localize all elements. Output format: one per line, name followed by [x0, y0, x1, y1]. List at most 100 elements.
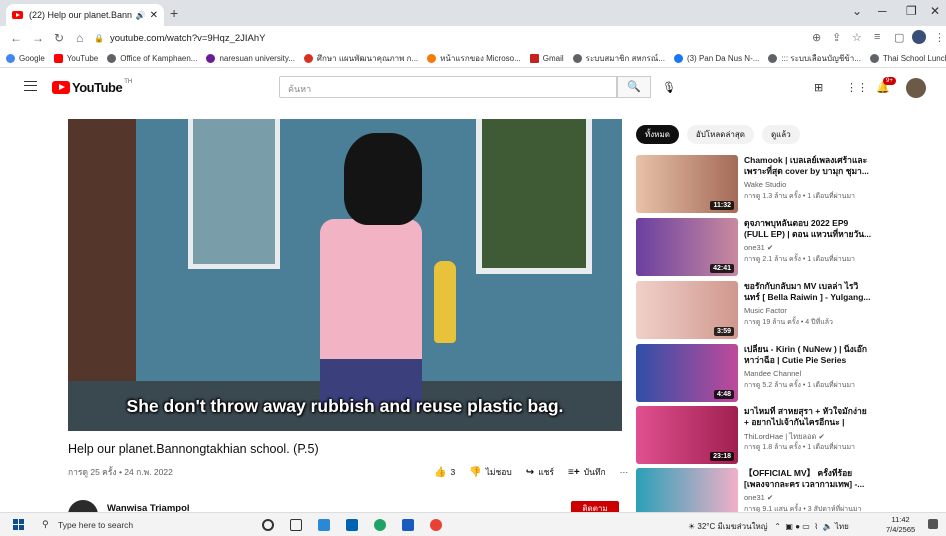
weather-icon[interactable]: ☀: [688, 522, 695, 531]
bookmark-favicon-icon: [303, 54, 313, 63]
wifi-icon[interactable]: ⌇: [812, 522, 818, 531]
input-language[interactable]: ไทย: [835, 522, 849, 531]
recommended-title[interactable]: ดุจภาพบุหลันตอบ 2022 EP9 (FULL EP) | ตอน…: [744, 218, 872, 240]
thumbs-down-icon: 👎: [469, 466, 482, 478]
bookmark-star-icon[interactable]: ☆: [852, 31, 862, 44]
dislike-button[interactable]: 👎 ไม่ชอบ: [469, 465, 512, 479]
bookmark-item[interactable]: Google: [6, 54, 45, 63]
close-tab-icon[interactable]: ✕: [150, 10, 158, 21]
recommended-video[interactable]: 23:18 มาไหมที่ สาหยสุรา + หัวใจมักง่าย +…: [636, 406, 876, 466]
bookmark-item[interactable]: (3) Pan Da Nus N-...: [673, 54, 759, 63]
reading-list-icon[interactable]: ≡: [874, 31, 880, 43]
profile-icon[interactable]: [912, 30, 926, 44]
account-avatar[interactable]: [906, 78, 926, 98]
bookmark-item[interactable]: ระบบสมาชิก สหกรณ์...: [572, 52, 665, 65]
recommended-title[interactable]: เปลี่ยน - Kirin ( NuNew ) | นิ่งเอ๊กหาว่…: [744, 344, 872, 366]
tray-apps-icon[interactable]: ▣ ● ▭: [783, 522, 809, 531]
browser-menu-icon[interactable]: ⋮: [934, 31, 945, 44]
search-input[interactable]: ค้นหา: [279, 76, 617, 98]
edge-icon[interactable]: [374, 519, 386, 531]
recommended-video[interactable]: 3:59 ขอรักกับกลับมา MV เบลล่า ไรวินทร์ […: [636, 281, 876, 341]
bookmark-item[interactable]: Gmail: [529, 54, 564, 63]
forward-icon[interactable]: →: [32, 31, 44, 45]
weather-text[interactable]: 32°C มีเมฆส่วนใหญ่: [697, 522, 767, 531]
word-icon[interactable]: [402, 519, 414, 531]
microphone-icon[interactable]: 🎙: [662, 81, 676, 94]
notification-center-icon[interactable]: [928, 519, 938, 529]
video-thumbnail[interactable]: 11:32: [636, 155, 738, 213]
bookmark-item[interactable]: หน้าแรกของ Microso...: [427, 52, 521, 65]
more-actions-icon[interactable]: ···: [620, 467, 629, 477]
taskbar-clock[interactable]: 11:42 7/4/2565: [886, 515, 915, 535]
bookmark-item[interactable]: ศึกษา แผนพัฒนาคุณภาพ ก...: [303, 52, 418, 65]
video-thumbnail[interactable]: 3:59: [636, 281, 738, 339]
recommended-video[interactable]: 4:48 เปลี่ยน - Kirin ( NuNew ) | นิ่งเอ๊…: [636, 344, 876, 404]
bookmark-item[interactable]: YouTube: [53, 54, 98, 63]
recommended-video[interactable]: 11:32 Chamook | เบลเลย์เพลงเศร้าและเพราะ…: [636, 155, 876, 215]
recommended-channel[interactable]: one31 ✔: [744, 243, 773, 252]
search-button[interactable]: 🔍: [617, 76, 651, 98]
bookmark-item[interactable]: Office of Kamphaen...: [107, 54, 197, 63]
bookmark-item[interactable]: ::: ระบบเลือนบัญชีข้า...: [768, 52, 861, 65]
chrome-icon[interactable]: [430, 519, 442, 531]
menu-icon[interactable]: [24, 81, 37, 91]
video-title: Help our planet.Bannongtakhian school. (…: [68, 442, 319, 456]
bookmark-favicon-icon: [869, 54, 879, 63]
install-icon[interactable]: ⊕: [812, 31, 821, 44]
tab-search-icon[interactable]: ⌄: [852, 4, 862, 18]
cortana-icon[interactable]: [262, 519, 274, 531]
task-view-icon[interactable]: [290, 519, 302, 531]
tray-chevron-icon[interactable]: ⌃: [770, 522, 781, 531]
recommended-video[interactable]: 42:41 ดุจภาพบุหลันตอบ 2022 EP9 (FULL EP)…: [636, 218, 876, 278]
maximize-button[interactable]: ❐: [906, 4, 917, 18]
bookmark-favicon-icon: [53, 54, 63, 63]
sidepanel-icon[interactable]: ▢: [894, 31, 904, 44]
video-player[interactable]: She don't throw away rubbish and reuse p…: [68, 119, 622, 431]
save-button[interactable]: ≡+ บันทึก: [568, 465, 606, 479]
apps-grid-icon[interactable]: ⋮⋮: [846, 81, 868, 94]
recommended-title[interactable]: ขอรักกับกลับมา MV เบลล่า ไรวินทร์ [ Bell…: [744, 281, 872, 303]
browser-tab[interactable]: (22) Help our planet.Bannon 🔊 ✕: [6, 4, 164, 26]
youtube-favicon-icon: [12, 11, 23, 19]
recommended-channel[interactable]: Mandee Channel: [744, 369, 801, 378]
file-explorer-icon[interactable]: [318, 519, 330, 531]
mail-icon[interactable]: [346, 519, 358, 531]
close-window-button[interactable]: ✕: [930, 4, 940, 18]
taskbar-search-input[interactable]: ⚲ Type here to search: [36, 516, 236, 534]
recommended-title[interactable]: Chamook | เบลเลย์เพลงเศร้าและเพราะที่สุด…: [744, 155, 872, 177]
share-page-icon[interactable]: ⇪: [832, 31, 841, 44]
minimize-button[interactable]: ─: [878, 4, 887, 18]
chip-watched[interactable]: ดูแล้ว: [761, 125, 800, 144]
system-tray: ☀ 32°C มีเมฆส่วนใหญ่ ⌃ ▣ ● ▭ ⌇ 🔈 ไทย: [688, 520, 849, 533]
home-icon[interactable]: ⌂: [76, 31, 83, 45]
reload-icon[interactable]: ↻: [54, 31, 64, 45]
recommended-title[interactable]: 【OFFICIAL MV】 ครั้งที่ร้อย [เพลงจากละคร …: [744, 468, 872, 490]
windows-start-icon[interactable]: [13, 519, 25, 531]
video-thumbnail[interactable]: 4:48: [636, 344, 738, 402]
video-thumbnail[interactable]: 42:41: [636, 218, 738, 276]
recommended-title[interactable]: มาไหมที่ สาหยสุรา + หัวใจมักง่าย + อยากไ…: [744, 406, 872, 428]
bookmark-favicon-icon: [529, 54, 539, 63]
back-icon[interactable]: ←: [10, 31, 22, 45]
share-button[interactable]: ↪ แชร์: [526, 465, 554, 479]
recommended-channel[interactable]: Music Factor: [744, 306, 787, 315]
chip-recent[interactable]: อัปโหลดล่าสุด: [686, 125, 754, 144]
lock-icon: 🔒: [94, 33, 104, 43]
bookmark-item[interactable]: Thai School Lunch l...: [869, 54, 946, 63]
new-tab-button[interactable]: +: [170, 5, 178, 21]
youtube-logo[interactable]: YouTube TH: [52, 79, 132, 95]
volume-icon[interactable]: 🔈: [820, 522, 833, 531]
recommended-views: การดู 1.8 ล้าน ครั้ง • 1 เดือนที่ผ่านมา: [744, 444, 855, 451]
bookmark-item[interactable]: naresuan university...: [206, 54, 295, 63]
video-frame-bottle: [434, 261, 456, 343]
create-video-icon[interactable]: ⊞: [814, 81, 823, 94]
address-bar[interactable]: 🔒 youtube.com/watch?v=9Hqz_2JIAhY: [94, 29, 804, 47]
video-thumbnail[interactable]: 23:18: [636, 406, 738, 464]
recommended-channel[interactable]: Wake Studio: [744, 180, 786, 189]
recommended-channel[interactable]: one31 ✔: [744, 493, 773, 502]
bookmark-favicon-icon: [768, 54, 778, 63]
chip-all[interactable]: ทั้งหมด: [636, 125, 679, 144]
speaker-icon[interactable]: 🔊: [136, 11, 146, 20]
duration-badge: 42:41: [710, 264, 734, 273]
like-button[interactable]: 👍 3: [434, 467, 455, 478]
